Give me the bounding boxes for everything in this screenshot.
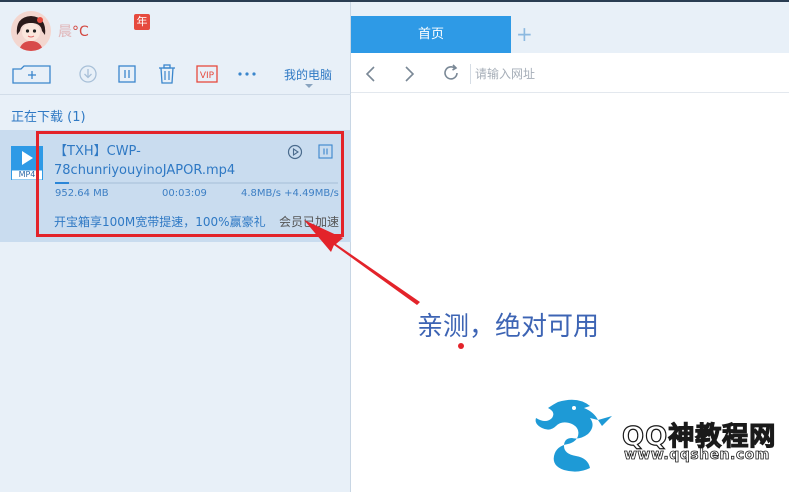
- annotation-text: 亲测，绝对可用: [417, 312, 600, 342]
- dragon-logo-icon: [528, 396, 620, 480]
- watermark-url: www.qqshen.com: [624, 447, 770, 464]
- annotation-dot: [458, 343, 464, 349]
